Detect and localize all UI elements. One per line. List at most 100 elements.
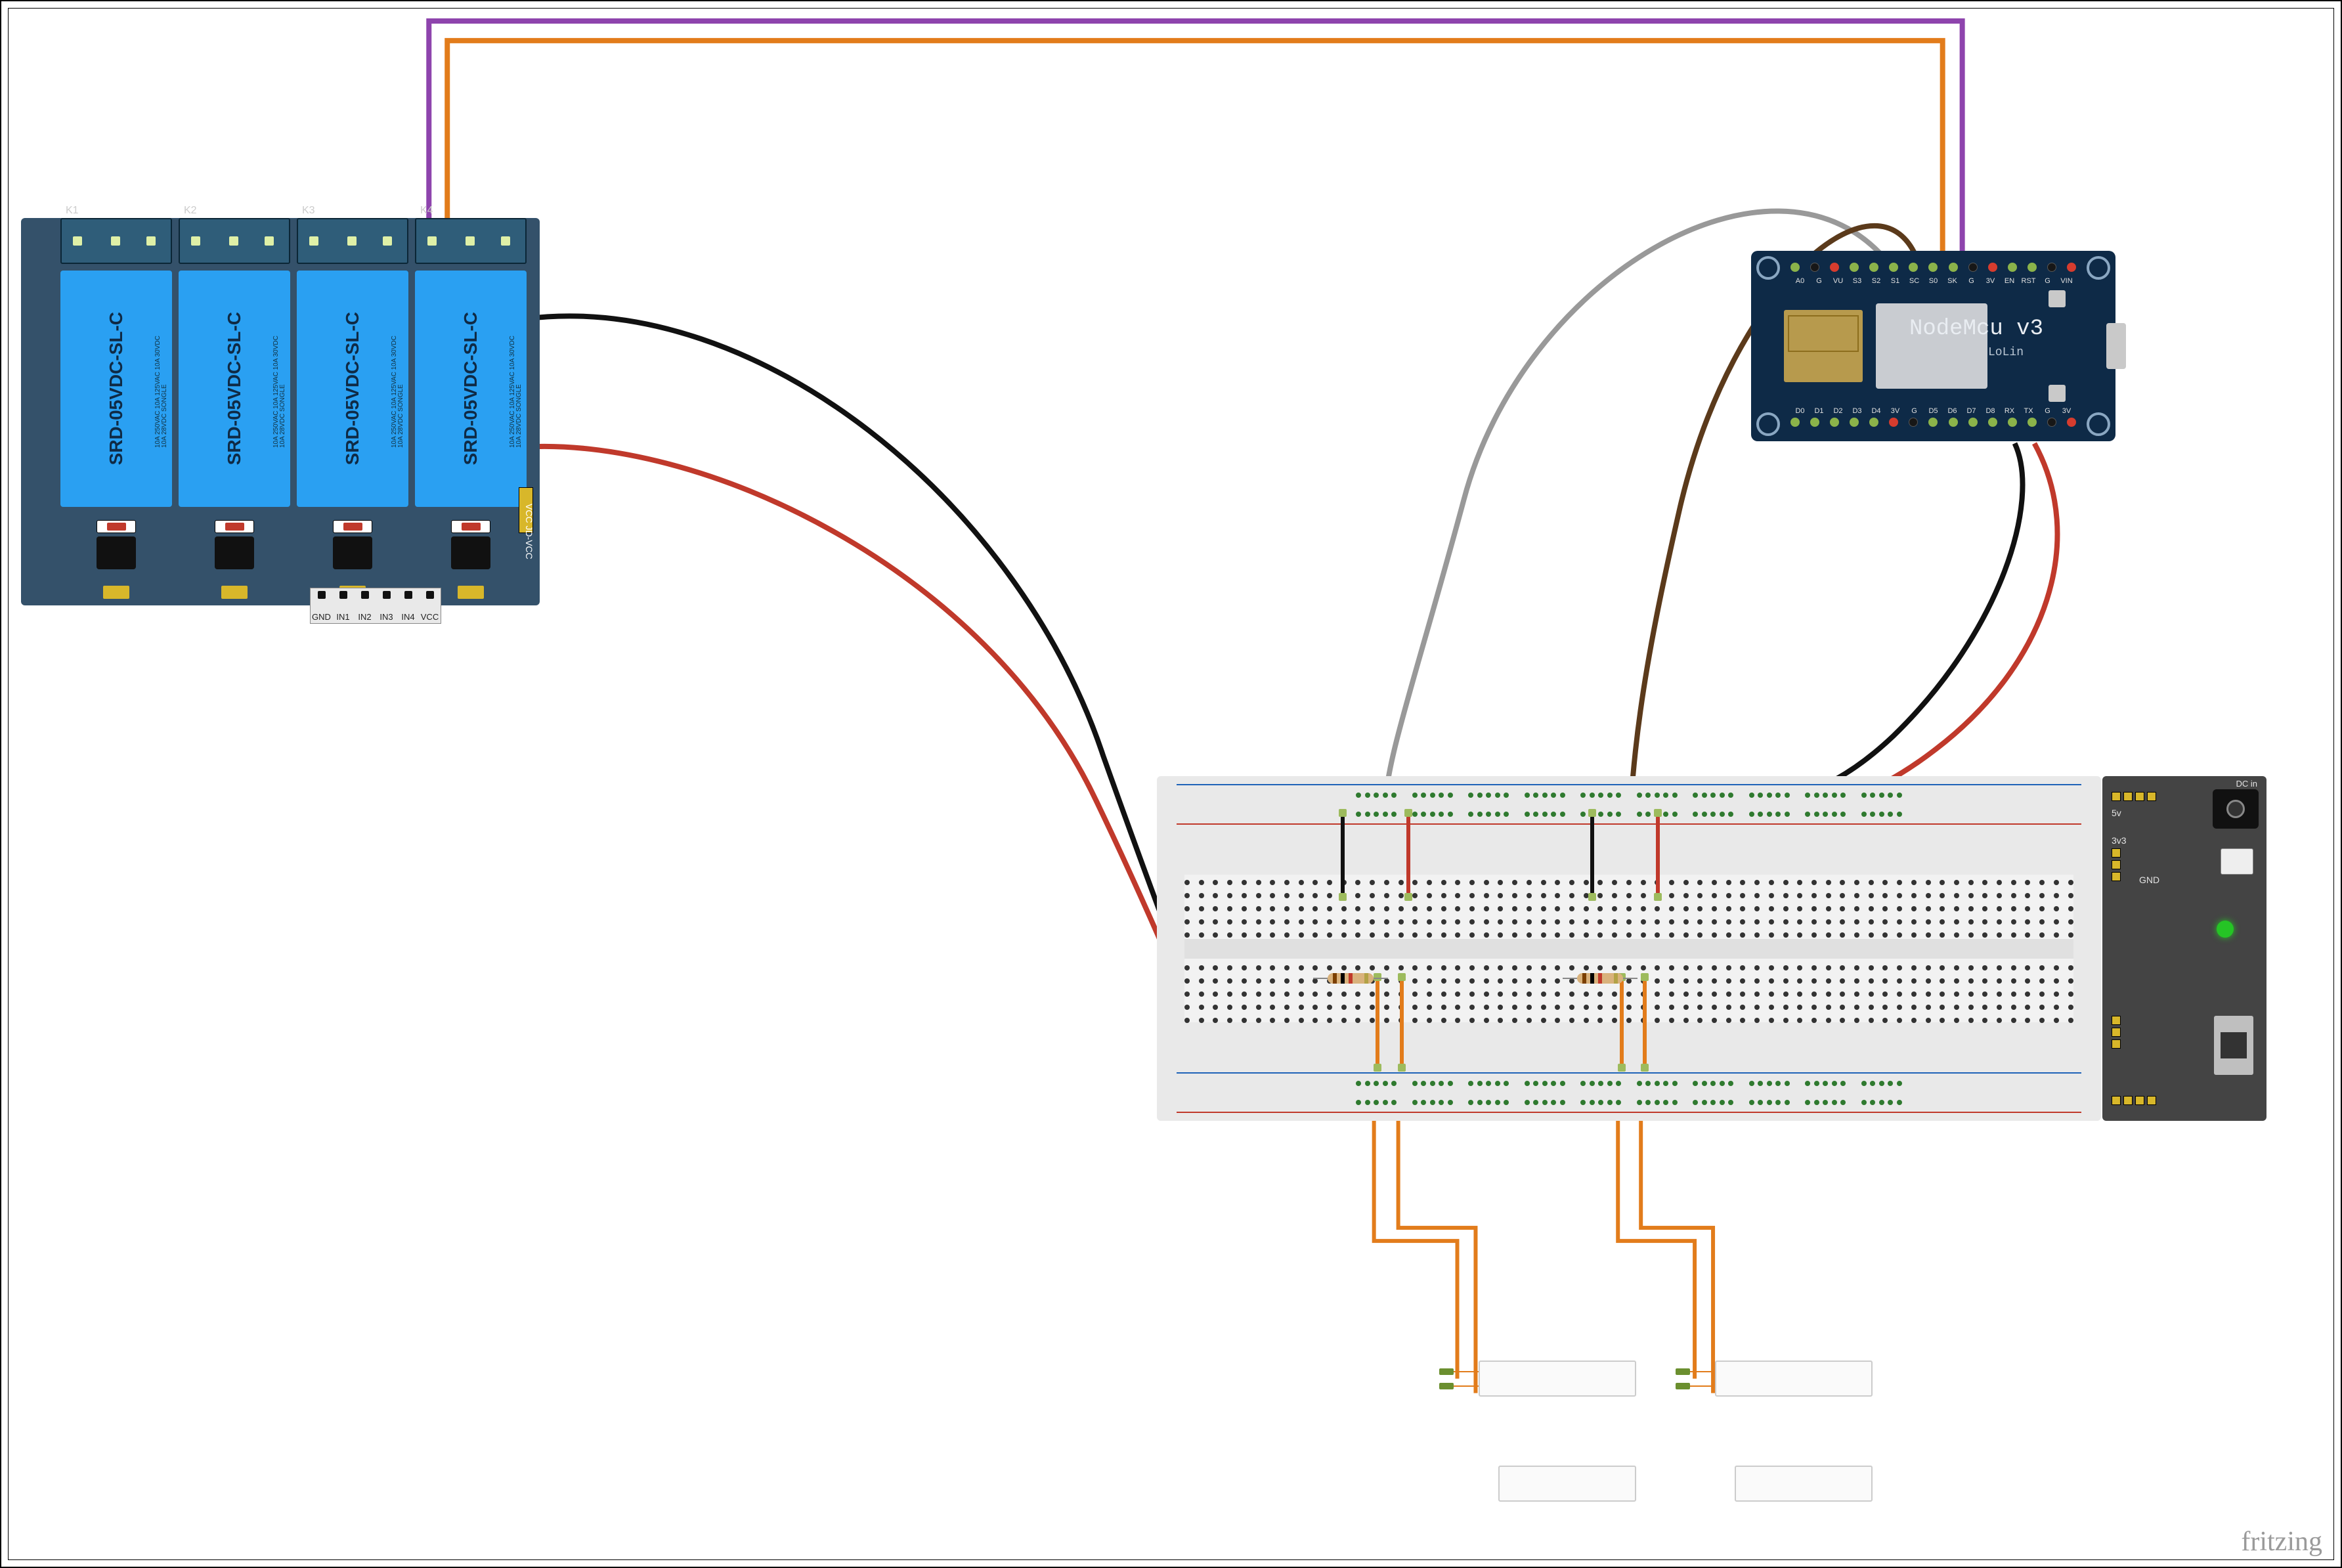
breadboard-hole[interactable] [1926, 893, 1931, 898]
breadboard-hole[interactable] [1512, 978, 1517, 984]
breadboard-hole[interactable] [1455, 965, 1460, 970]
breadboard-hole[interactable] [1384, 919, 1389, 925]
breadboard-hole[interactable] [1242, 991, 1247, 997]
breadboard-hole[interactable] [1284, 893, 1290, 898]
breadboard-hole[interactable] [1805, 793, 1810, 798]
breadboard-hole[interactable] [1811, 932, 1817, 938]
breadboard-hole[interactable] [1811, 893, 1817, 898]
breadboard-hole[interactable] [1498, 880, 1503, 885]
breadboard-hole[interactable] [1427, 919, 1432, 925]
breadboard-hole[interactable] [1954, 932, 1959, 938]
breadboard-hole[interactable] [1525, 1100, 1530, 1105]
breadboard-hole[interactable] [1427, 932, 1432, 938]
breadboard-hole[interactable] [1256, 919, 1261, 925]
breadboard-hole[interactable] [1954, 893, 1959, 898]
breadboard-hole[interactable] [1940, 1018, 1945, 1023]
breadboard-hole[interactable] [1469, 880, 1475, 885]
breadboard-hole[interactable] [1769, 991, 1774, 997]
breadboard-hole[interactable] [1270, 978, 1275, 984]
breadboard-hole[interactable] [1861, 1081, 1867, 1086]
breadboard-hole[interactable] [1370, 893, 1375, 898]
breadboard-hole[interactable] [1486, 1081, 1491, 1086]
breadboard-hole[interactable] [1754, 1005, 1760, 1010]
breadboard-hole[interactable] [1427, 880, 1432, 885]
breadboard-hole[interactable] [1242, 906, 1247, 911]
breadboard-hole[interactable] [1840, 991, 1845, 997]
breadboard-hole[interactable] [1469, 919, 1475, 925]
breadboard-hole[interactable] [1669, 919, 1674, 925]
breadboard-hole[interactable] [2054, 893, 2059, 898]
breadboard-hole[interactable] [1861, 793, 1867, 798]
breadboard-hole[interactable] [1726, 991, 1731, 997]
breadboard-hole[interactable] [1814, 1081, 1819, 1086]
relay-header[interactable]: GND IN1 IN2 IN3 IN4 VCC [310, 588, 441, 624]
breadboard-hole[interactable] [1356, 1100, 1361, 1105]
breadboard-hole[interactable] [1897, 932, 1902, 938]
breadboard-hole[interactable] [1926, 1005, 1931, 1010]
breadboard-hole[interactable] [1498, 991, 1503, 997]
breadboard-hole[interactable] [1683, 893, 1689, 898]
relay-terminal-k2[interactable]: K2 [179, 218, 290, 264]
breadboard-hole[interactable] [1814, 812, 1819, 817]
breadboard-hole[interactable] [1655, 1005, 1660, 1010]
breadboard-hole[interactable] [1911, 978, 1917, 984]
breadboard-hole[interactable] [1840, 880, 1845, 885]
breadboard-hole[interactable] [1710, 793, 1716, 798]
breadboard-hole[interactable] [1184, 932, 1190, 938]
breadboard-hole[interactable] [1525, 812, 1530, 817]
breadboard-hole[interactable] [1783, 965, 1789, 970]
breadboard-hole[interactable] [2039, 978, 2045, 984]
breadboard-hole[interactable] [1854, 906, 1859, 911]
breadboard-hole[interactable] [1384, 906, 1389, 911]
breadboard-hole[interactable] [1655, 978, 1660, 984]
breadboard-hole[interactable] [1940, 893, 1945, 898]
breadboard-hole[interactable] [1484, 880, 1489, 885]
breadboard-hole[interactable] [1797, 965, 1802, 970]
breadboard-hole[interactable] [1769, 1005, 1774, 1010]
breadboard-hole[interactable] [1641, 880, 1646, 885]
breadboard-hole[interactable] [1702, 793, 1707, 798]
breadboard-hole[interactable] [1356, 1081, 1361, 1086]
breadboard-hole[interactable] [1184, 991, 1190, 997]
breadboard-hole[interactable] [1710, 1081, 1716, 1086]
breadboard-hole[interactable] [1840, 932, 1845, 938]
breadboard-hole[interactable] [1184, 893, 1190, 898]
breadboard-hole[interactable] [1785, 1100, 1790, 1105]
breadboard-hole[interactable] [1826, 991, 1831, 997]
breadboard-hole[interactable] [1926, 906, 1931, 911]
breadboard-hole[interactable] [1299, 991, 1304, 997]
breadboard-hole[interactable] [1495, 812, 1500, 817]
jumper-orange-1[interactable] [1376, 980, 1379, 1065]
breadboard-hole[interactable] [1749, 1081, 1754, 1086]
jumper-black-2[interactable] [1590, 816, 1594, 894]
breadboard-hole[interactable] [1616, 793, 1621, 798]
breadboard-hole[interactable] [2054, 1005, 2059, 1010]
breadboard-hole[interactable] [1797, 1005, 1802, 1010]
breadboard-hole[interactable] [1227, 880, 1232, 885]
breadboard-hole[interactable] [1270, 919, 1275, 925]
breadboard-hole[interactable] [1341, 1005, 1347, 1010]
nodemcu-pin-sc[interactable] [1909, 263, 1918, 272]
breadboard-hole[interactable] [1861, 812, 1867, 817]
breadboard-hole[interactable] [1754, 991, 1760, 997]
breadboard-hole[interactable] [1242, 932, 1247, 938]
breadboard-hole[interactable] [1590, 1100, 1595, 1105]
breadboard-hole[interactable] [1512, 991, 1517, 997]
breadboard-hole[interactable] [1710, 812, 1716, 817]
breadboard-hole[interactable] [1383, 812, 1388, 817]
breadboard-hole[interactable] [1879, 793, 1884, 798]
breadboard-hole[interactable] [1626, 978, 1632, 984]
breadboard-hole[interactable] [1870, 812, 1875, 817]
breadboard-hole[interactable] [1982, 991, 1987, 997]
breadboard-hole[interactable] [1584, 1018, 1589, 1023]
breadboard-hole[interactable] [1897, 991, 1902, 997]
psu-jumper-bottom[interactable] [2112, 1016, 2121, 1049]
breadboard-hole[interactable] [1840, 1005, 1845, 1010]
breadboard-hole[interactable] [1669, 978, 1674, 984]
nodemcu-pin-vin[interactable] [2067, 263, 2076, 272]
breadboard-hole[interactable] [1412, 1018, 1418, 1023]
breadboard-hole[interactable] [1826, 906, 1831, 911]
breadboard-hole[interactable] [1370, 1005, 1375, 1010]
flash-button[interactable] [2049, 385, 2066, 402]
breadboard-hole[interactable] [1775, 1100, 1781, 1105]
